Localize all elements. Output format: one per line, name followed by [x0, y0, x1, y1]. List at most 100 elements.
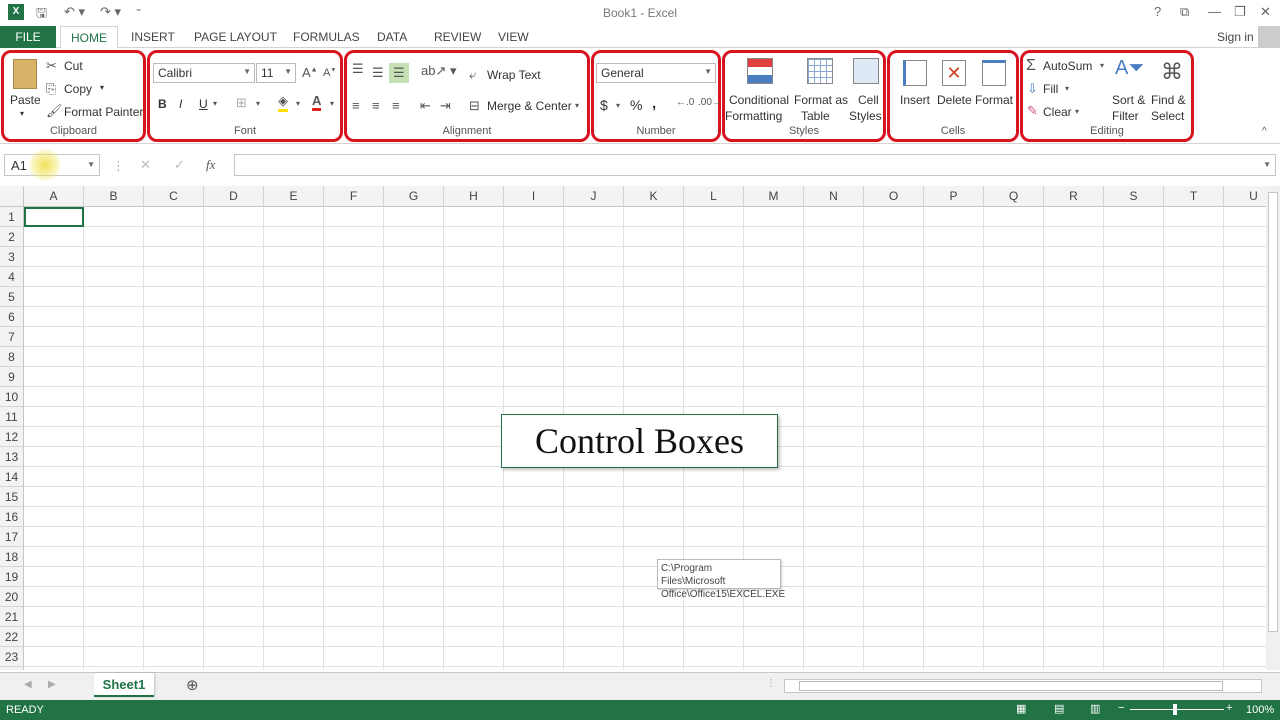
tab-insert[interactable]: INSERT [131, 30, 175, 44]
row-header[interactable]: 10 [0, 387, 24, 407]
decrease-decimal-icon[interactable]: .00→ [698, 97, 722, 108]
bold-button[interactable]: B [158, 97, 167, 111]
sort-filter-label-2[interactable]: Filter [1112, 109, 1139, 123]
tab-view[interactable]: VIEW [498, 30, 529, 44]
row-header[interactable]: 14 [0, 467, 24, 487]
autosum-button[interactable]: AutoSum [1043, 59, 1092, 73]
delete-cells-icon[interactable]: ✕ [942, 60, 966, 86]
format-button[interactable]: Format [975, 93, 1013, 107]
restore-icon[interactable]: ❐ [1234, 4, 1246, 20]
column-header[interactable]: R [1044, 186, 1104, 207]
new-sheet-icon[interactable]: ⊕ [186, 676, 199, 694]
row-header[interactable]: 16 [0, 507, 24, 527]
align-left-icon[interactable]: ≡ [352, 98, 360, 113]
column-header[interactable]: P [924, 186, 984, 207]
percent-button[interactable]: % [630, 97, 642, 113]
vertical-scrollbar[interactable] [1266, 186, 1280, 670]
tab-file[interactable]: FILE [0, 26, 56, 48]
cut-button[interactable]: Cut [64, 59, 83, 73]
find-select-label-2[interactable]: Select [1151, 109, 1184, 123]
font-size-combo[interactable]: 11 ▼ [256, 63, 296, 83]
italic-button[interactable]: I [179, 97, 182, 111]
close-icon[interactable]: ✕ [1260, 4, 1271, 20]
horizontal-scroll-thumb[interactable] [799, 681, 1223, 691]
zoom-slider[interactable] [1130, 709, 1224, 710]
sort-filter-label-1[interactable]: Sort & [1112, 93, 1145, 107]
row-header[interactable]: 3 [0, 247, 24, 267]
borders-icon[interactable]: ⊞ [236, 95, 247, 111]
prev-sheet-icon[interactable]: ◀ [24, 679, 32, 690]
help-icon[interactable]: ? [1154, 4, 1161, 19]
tab-page-layout[interactable]: PAGE LAYOUT [194, 30, 277, 44]
center-icon[interactable]: ≡ [372, 98, 380, 113]
bottom-align-icon[interactable]: ☰ [389, 63, 409, 83]
sort-filter-icon[interactable]: A⏷ [1115, 57, 1144, 80]
column-header[interactable]: E [264, 186, 324, 207]
sign-in-link[interactable]: Sign in [1217, 30, 1254, 44]
row-header[interactable]: 21 [0, 607, 24, 627]
conditional-formatting-label-2[interactable]: Formatting [725, 109, 782, 123]
fill-color-icon[interactable]: ◈ [278, 93, 288, 112]
format-cells-icon[interactable] [982, 60, 1006, 86]
column-header[interactable]: N [804, 186, 864, 207]
normal-view-icon[interactable]: ▦ [1016, 702, 1026, 715]
format-as-table-icon[interactable] [807, 58, 833, 84]
row-header[interactable]: 12 [0, 427, 24, 447]
insert-function-button[interactable]: fx [206, 157, 215, 173]
column-header[interactable]: J [564, 186, 624, 207]
ribbon-display-icon[interactable]: ⧉ [1180, 4, 1189, 20]
minimize-icon[interactable]: — [1208, 4, 1221, 19]
column-header[interactable]: C [144, 186, 204, 207]
row-header[interactable]: 13 [0, 447, 24, 467]
number-format-combo[interactable]: General ▼ [596, 63, 716, 83]
column-header[interactable]: B [84, 186, 144, 207]
grow-font-icon[interactable]: A▲ [302, 65, 318, 80]
insert-cells-icon[interactable] [903, 60, 927, 86]
column-header[interactable]: K [624, 186, 684, 207]
shrink-font-icon[interactable]: A▼ [323, 67, 336, 79]
decrease-indent-icon[interactable]: ⇤ [420, 98, 431, 114]
row-header[interactable]: 2 [0, 227, 24, 247]
column-header[interactable]: U [1224, 186, 1266, 207]
row-header[interactable]: 7 [0, 327, 24, 347]
column-header[interactable]: L [684, 186, 744, 207]
row-header[interactable]: 18 [0, 547, 24, 567]
column-header[interactable]: I [504, 186, 564, 207]
column-header[interactable]: A [24, 186, 84, 207]
collapse-ribbon-icon[interactable]: ^ [1262, 126, 1267, 137]
row-header[interactable]: 24 [0, 667, 24, 670]
conditional-formatting-icon[interactable] [747, 58, 773, 84]
fill-button[interactable]: Fill [1043, 82, 1058, 96]
zoom-in-icon[interactable]: + [1226, 702, 1232, 714]
format-as-table-label-2[interactable]: Table [801, 109, 830, 123]
find-select-label-1[interactable]: Find & [1151, 93, 1186, 107]
row-header[interactable]: 6 [0, 307, 24, 327]
column-header[interactable]: Q [984, 186, 1044, 207]
increase-decimal-icon[interactable]: ←.0 [676, 97, 694, 108]
insert-button[interactable]: Insert [900, 93, 930, 107]
row-header[interactable]: 4 [0, 267, 24, 287]
orientation-icon[interactable]: ab↗ ▾ [421, 63, 457, 79]
page-break-view-icon[interactable]: ▥ [1090, 702, 1100, 715]
row-header[interactable]: 11 [0, 407, 24, 427]
merge-center-button[interactable]: Merge & Center [487, 99, 572, 113]
horizontal-scrollbar[interactable] [784, 679, 1262, 693]
column-header[interactable]: D [204, 186, 264, 207]
column-header[interactable]: G [384, 186, 444, 207]
page-layout-view-icon[interactable]: ▤ [1054, 702, 1064, 715]
row-header[interactable]: 9 [0, 367, 24, 387]
binoculars-icon[interactable]: ⌘ [1161, 59, 1183, 85]
middle-align-icon[interactable]: ☰ [372, 65, 384, 81]
tab-review[interactable]: REVIEW [434, 30, 481, 44]
wrap-text-button[interactable]: Wrap Text [487, 68, 541, 82]
next-sheet-icon[interactable]: ▶ [48, 679, 56, 690]
comma-button[interactable]: , [652, 95, 656, 112]
paste-icon[interactable] [13, 59, 37, 89]
zoom-out-icon[interactable]: − [1118, 702, 1124, 714]
vertical-scroll-thumb[interactable] [1268, 192, 1278, 632]
column-header[interactable]: O [864, 186, 924, 207]
underline-button[interactable]: U [199, 97, 208, 111]
tab-formulas[interactable]: FORMULAS [293, 30, 360, 44]
sheet-tab-sheet1[interactable]: Sheet1 [94, 673, 154, 697]
select-all-button[interactable] [0, 186, 24, 207]
